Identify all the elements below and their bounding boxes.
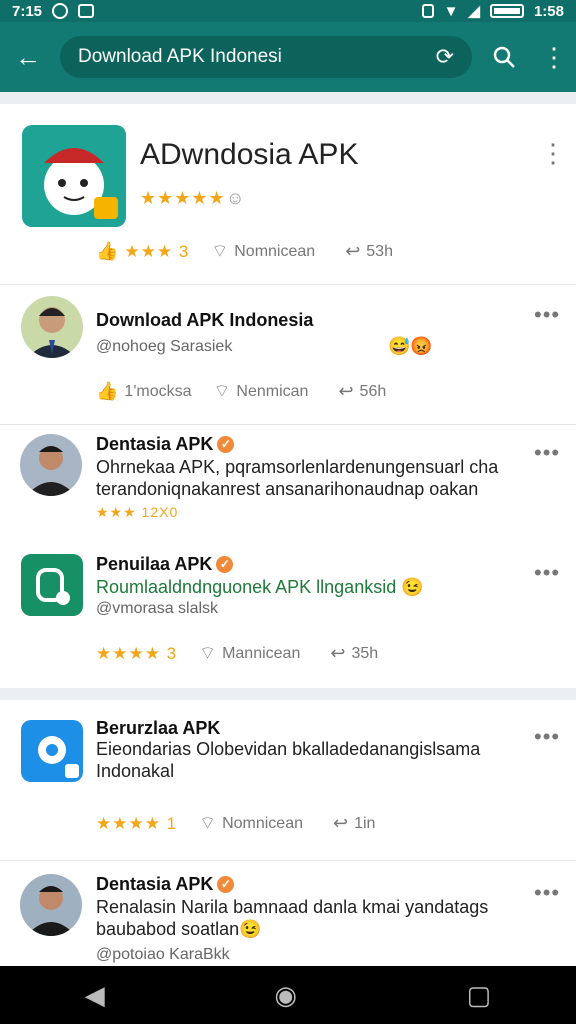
main-card: ADwndosia APK ⋮ ★★★★★ ☺ 👍 ★★★ 3 ⌔ Nomnicea… <box>0 104 576 688</box>
like-action[interactable]: 👍 ★★★ 3 <box>96 241 189 262</box>
share-icon: ↩ <box>333 813 349 833</box>
status-clock-right: 1:58 <box>533 2 564 20</box>
more-horiz-icon[interactable]: ••• <box>534 302 560 328</box>
verified-badge-icon: ✓ <box>216 556 234 573</box>
system-nav-bar: ◀ ◉ ▢ <box>0 966 576 1024</box>
share-icon: ↩ <box>338 381 354 401</box>
like-action[interactable]: 👍 1'mocksa <box>96 381 192 402</box>
secondary-card: Berurzlaa APK ••• Eieondarias Olobevidan… <box>0 700 576 966</box>
vibrate-icon <box>421 4 434 18</box>
search-bar[interactable]: Download APK Indonesi ⟳ <box>60 36 472 78</box>
app-toolbar: ← Download APK Indonesi ⟳ ⋮ <box>0 22 576 92</box>
like-action[interactable]: ★★★★ 3 <box>96 644 177 664</box>
share-icon: ↩ <box>330 643 346 663</box>
post-body: Eieondarias Olobevidan bkalladedanangisl… <box>96 739 481 781</box>
post-title: Dentasia APK ✓ <box>96 874 235 895</box>
post-handle: @nohoeg Sarasiek <box>96 338 233 355</box>
back-arrow-icon[interactable]: ← <box>0 29 56 85</box>
verified-badge-icon: ✓ <box>217 876 235 893</box>
sync-icon[interactable]: ⟳ <box>436 44 454 70</box>
post-title: Dentasia APK ✓ <box>96 434 235 455</box>
battery-icon <box>489 4 524 18</box>
nav-back-icon[interactable]: ◀ <box>85 980 105 1011</box>
share-action[interactable]: ↩ 56h <box>338 381 386 402</box>
post-title: Penuilaa APK ✓ <box>96 554 234 575</box>
divider <box>0 284 576 285</box>
post-handle: @vmorasa slalsk <box>96 600 219 617</box>
comment-action[interactable]: ⌔ Nomnicean <box>211 240 315 263</box>
thumb-up-icon: 👍 <box>96 241 119 261</box>
post-body: Ohrnekaa APK, pqramsorlenlardenungensuar… <box>96 457 499 499</box>
emoji-reactions: 😅😡 <box>388 336 433 356</box>
comment-icon: ⌔ <box>199 643 217 663</box>
post-title: Download APK Indonesia <box>96 310 314 330</box>
nav-home-icon[interactable]: ◉ <box>274 980 297 1011</box>
more-horiz-icon[interactable]: ••• <box>534 724 560 750</box>
divider <box>0 424 576 425</box>
verified-badge-icon: ✓ <box>217 436 235 453</box>
more-vert-icon[interactable]: ⋮ <box>540 138 567 169</box>
comment-action[interactable]: ⌔ Nenmican <box>214 380 309 403</box>
app-rating-stars: ★★★★★ <box>140 188 226 208</box>
app-title: ADwndosia APK <box>140 138 359 171</box>
more-horiz-icon[interactable]: ••• <box>534 880 560 906</box>
comment-action[interactable]: ⌔ Nomnicean <box>199 812 303 835</box>
comment-icon: ⌔ <box>199 813 217 833</box>
search-text[interactable]: Download APK Indonesi <box>78 46 282 68</box>
post-body: Roumlaaldndnguonek APK llnganksid 😉 <box>96 577 424 597</box>
divider <box>0 860 576 861</box>
signal-icon: ◢ <box>468 3 480 20</box>
thumb-up-icon: 👍 <box>96 381 119 401</box>
app-logo-icon[interactable] <box>21 554 83 616</box>
post-actions: 👍 1'mocksa ⌔ Nenmican ↩ 56h <box>96 380 386 403</box>
avatar[interactable] <box>21 296 83 358</box>
like-action[interactable]: ★★★★ 1 <box>96 814 177 834</box>
share-icon: ↩ <box>345 241 361 261</box>
status-time: 7:15 <box>12 2 43 20</box>
more-vert-icon[interactable]: ⋮ <box>532 29 576 85</box>
comment-action[interactable]: ⌔ Mannicean <box>199 642 300 665</box>
post-rating: ★★★ 12X0 <box>96 504 179 520</box>
comment-icon: ⌔ <box>213 381 231 401</box>
wifi-icon: ▼ <box>443 2 459 20</box>
header-actions: 👍 ★★★ 3 ⌔ Nomnicean ↩ 53h <box>96 240 393 263</box>
share-action[interactable]: ↩ 35h <box>330 643 378 664</box>
post-actions: ★★★★ 1 ⌔ Nomnicean ↩ 1in <box>96 812 375 835</box>
app-logo-icon[interactable] <box>21 720 83 782</box>
avatar[interactable] <box>20 434 82 496</box>
notification-icon <box>52 3 69 19</box>
post-title: Berurzlaa APK <box>96 718 221 738</box>
app-notification-icon <box>78 4 95 18</box>
post-actions: ★★★★ 3 ⌔ Mannicean ↩ 35h <box>96 642 378 665</box>
post-body: Renalasin Narila bamnaad danla kmai yand… <box>96 897 489 939</box>
avatar[interactable] <box>20 874 82 936</box>
info-icon[interactable]: ☺ <box>226 188 244 209</box>
post-handle: @potoiao KaraBkk <box>96 946 230 963</box>
comment-icon: ⌔ <box>211 241 229 261</box>
nav-recents-icon[interactable]: ▢ <box>467 980 492 1011</box>
status-bar: 7:15 ▼ ◢ 1:58 <box>0 0 576 22</box>
search-icon[interactable] <box>476 29 532 85</box>
share-action[interactable]: ↩ 1in <box>333 813 375 834</box>
share-action[interactable]: ↩ 53h <box>345 241 393 262</box>
app-logo-icon[interactable] <box>22 125 126 227</box>
